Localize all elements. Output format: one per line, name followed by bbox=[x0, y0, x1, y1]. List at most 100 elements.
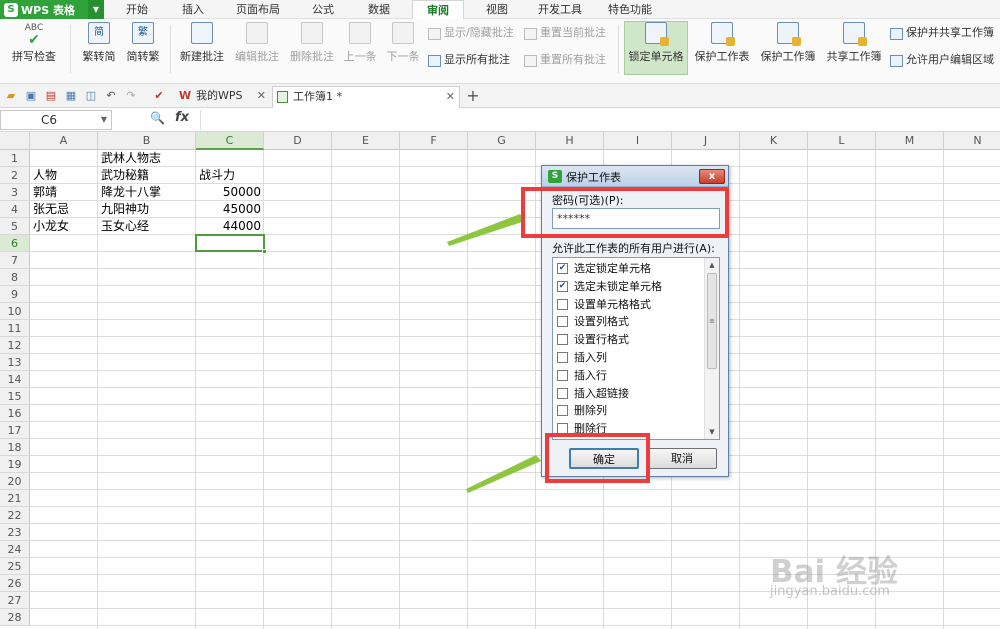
row-header-12[interactable]: 12 bbox=[0, 337, 30, 354]
close-icon[interactable]: ✕ bbox=[257, 86, 266, 106]
row-header-25[interactable]: 25 bbox=[0, 558, 30, 575]
export-pdf-icon[interactable]: ▤ bbox=[44, 89, 58, 103]
chevron-down-icon[interactable]: ▼ bbox=[88, 0, 104, 19]
cell-a3[interactable]: 郭靖 bbox=[30, 184, 57, 201]
column-header-f[interactable]: F bbox=[400, 132, 468, 150]
row-header-14[interactable]: 14 bbox=[0, 371, 30, 388]
lock-cell-button[interactable]: 锁定单元格 bbox=[624, 21, 688, 75]
delete-comment-button[interactable]: 删除批注 bbox=[286, 22, 338, 72]
checkbox-checked[interactable]: ✔ bbox=[557, 263, 568, 274]
cell-b1[interactable]: 武林人物志 bbox=[98, 150, 161, 167]
permissions-list[interactable]: ✔ 选定锁定单元格 ✔ 选定未锁定单元格 设置单元格格式 设置列格式 设置行格式 插入列 插入行… bbox=[552, 257, 720, 440]
row-header-17[interactable]: 17 bbox=[0, 422, 30, 439]
column-header-e[interactable]: E bbox=[332, 132, 400, 150]
permission-item[interactable]: ✔ 选定未锁定单元格 bbox=[556, 278, 662, 295]
permission-item[interactable]: ✔ 选定锁定单元格 bbox=[556, 260, 651, 277]
permission-item[interactable]: 插入超链接 bbox=[556, 385, 629, 402]
fill-handle[interactable] bbox=[262, 249, 267, 254]
app-menu-button[interactable]: S WPS 表格 ▼ bbox=[0, 0, 104, 19]
cell-c4[interactable]: 45000 bbox=[196, 201, 264, 218]
tab-page-layout[interactable]: 页面布局 bbox=[228, 0, 288, 19]
cell-a4[interactable]: 张无忌 bbox=[30, 201, 69, 218]
selected-cell-c6[interactable] bbox=[195, 234, 267, 254]
protect-workbook-button[interactable]: 保护工作簿 bbox=[757, 22, 819, 72]
cell-a2[interactable]: 人物 bbox=[30, 167, 57, 184]
column-header-m[interactable]: M bbox=[876, 132, 944, 150]
print-preview-icon[interactable]: ◫ bbox=[84, 89, 98, 103]
checkbox-unchecked[interactable] bbox=[557, 334, 568, 346]
new-comment-button[interactable]: 新建批注 bbox=[176, 22, 228, 72]
column-header-b[interactable]: B bbox=[98, 132, 196, 150]
column-header-j[interactable]: J bbox=[672, 132, 740, 150]
permission-item[interactable]: 删除列 bbox=[556, 402, 607, 419]
permission-item[interactable]: 插入列 bbox=[556, 349, 607, 366]
share-workbook-button[interactable]: 共享工作簿 bbox=[823, 22, 885, 72]
row-header-26[interactable]: 26 bbox=[0, 575, 30, 592]
column-header-i[interactable]: I bbox=[604, 132, 672, 150]
column-header-h[interactable]: H bbox=[536, 132, 604, 150]
cell-a5[interactable]: 小龙女 bbox=[30, 218, 69, 235]
scroll-thumb[interactable]: ≡ bbox=[707, 273, 717, 369]
row-header-16[interactable]: 16 bbox=[0, 405, 30, 422]
list-scrollbar[interactable]: ▲ ≡ ▼ bbox=[704, 258, 719, 439]
row-header-18[interactable]: 18 bbox=[0, 439, 30, 456]
permission-item[interactable]: 设置单元格格式 bbox=[556, 296, 651, 313]
chevron-down-icon[interactable]: ▼ bbox=[101, 111, 107, 129]
tab-formula[interactable]: 公式 bbox=[302, 0, 344, 19]
column-header-c[interactable]: C bbox=[196, 132, 264, 150]
permission-item[interactable]: 插入行 bbox=[556, 367, 607, 384]
cell-b5[interactable]: 玉女心经 bbox=[98, 218, 149, 235]
allow-edit-ranges-button[interactable]: 允许用户编辑区域 bbox=[888, 52, 1000, 68]
row-header-2[interactable]: 2 bbox=[0, 167, 30, 184]
row-header-27[interactable]: 27 bbox=[0, 592, 30, 609]
row-header-24[interactable]: 24 bbox=[0, 541, 30, 558]
save-icon[interactable]: ▣ bbox=[24, 89, 38, 103]
undo-icon[interactable]: ↶ bbox=[104, 89, 118, 103]
column-header-d[interactable]: D bbox=[264, 132, 332, 150]
select-all-corner[interactable] bbox=[0, 132, 30, 150]
tab-developer[interactable]: 开发工具 bbox=[530, 0, 590, 19]
protect-share-workbook-button[interactable]: 保护并共享工作簿 bbox=[888, 25, 1000, 41]
row-header-21[interactable]: 21 bbox=[0, 490, 30, 507]
checkbox-unchecked[interactable] bbox=[557, 369, 568, 381]
dialog-titlebar[interactable]: S 保护工作表 x bbox=[542, 166, 728, 187]
scroll-down-icon[interactable]: ▼ bbox=[705, 425, 719, 439]
reset-current-comment-button[interactable]: 重置当前批注 bbox=[522, 25, 606, 41]
simp-to-trad-button[interactable]: 繁 简转繁 bbox=[122, 22, 164, 72]
column-header-g[interactable]: G bbox=[468, 132, 536, 150]
cell-b3[interactable]: 降龙十八掌 bbox=[98, 184, 161, 201]
column-header-l[interactable]: L bbox=[808, 132, 876, 150]
tab-view[interactable]: 视图 bbox=[476, 0, 518, 19]
permission-item[interactable]: 设置行格式 bbox=[556, 331, 629, 348]
row-header-8[interactable]: 8 bbox=[0, 269, 30, 286]
row-header-19[interactable]: 19 bbox=[0, 456, 30, 473]
row-header-7[interactable]: 7 bbox=[0, 252, 30, 269]
zoom-search-icon[interactable]: 🔍 bbox=[150, 111, 165, 125]
tab-insert[interactable]: 插入 bbox=[172, 0, 214, 19]
cell-c5[interactable]: 44000 bbox=[196, 218, 264, 235]
checkbox-unchecked[interactable] bbox=[557, 316, 568, 328]
tab-special[interactable]: 特色功能 bbox=[600, 0, 660, 19]
close-icon[interactable]: x bbox=[699, 169, 725, 184]
cell-b4[interactable]: 九阳神功 bbox=[98, 201, 149, 218]
new-tab-icon[interactable]: + bbox=[466, 88, 480, 104]
cell-c3[interactable]: 50000 bbox=[196, 184, 264, 201]
cell-c2[interactable]: 战斗力 bbox=[196, 167, 235, 184]
name-box[interactable]: C6 ▼ bbox=[0, 110, 112, 130]
tab-home[interactable]: 开始 bbox=[116, 0, 158, 19]
checkbox-unchecked[interactable] bbox=[557, 405, 568, 417]
cell-b2[interactable]: 武功秘籍 bbox=[98, 167, 149, 184]
tab-my-wps[interactable]: W 我的WPS ✕ bbox=[176, 86, 270, 108]
column-header-n[interactable]: N bbox=[944, 132, 1000, 150]
scroll-up-icon[interactable]: ▲ bbox=[705, 258, 719, 272]
redo-icon[interactable]: ↷ bbox=[124, 89, 138, 103]
show-all-comments-button[interactable]: 显示所有批注 bbox=[426, 52, 510, 68]
print-icon[interactable]: ▦ bbox=[64, 89, 78, 103]
checkbox-unchecked[interactable] bbox=[557, 387, 568, 399]
show-hide-comment-button[interactable]: 显示/隐藏批注 bbox=[426, 25, 514, 41]
tab-workbook1[interactable]: 工作簿1 * ✕ bbox=[272, 86, 460, 108]
tab-review[interactable]: 审阅 bbox=[412, 0, 464, 19]
function-icon[interactable]: fx bbox=[175, 110, 189, 125]
reset-all-comments-button[interactable]: 重置所有批注 bbox=[522, 52, 606, 68]
row-header-28[interactable]: 28 bbox=[0, 609, 30, 626]
